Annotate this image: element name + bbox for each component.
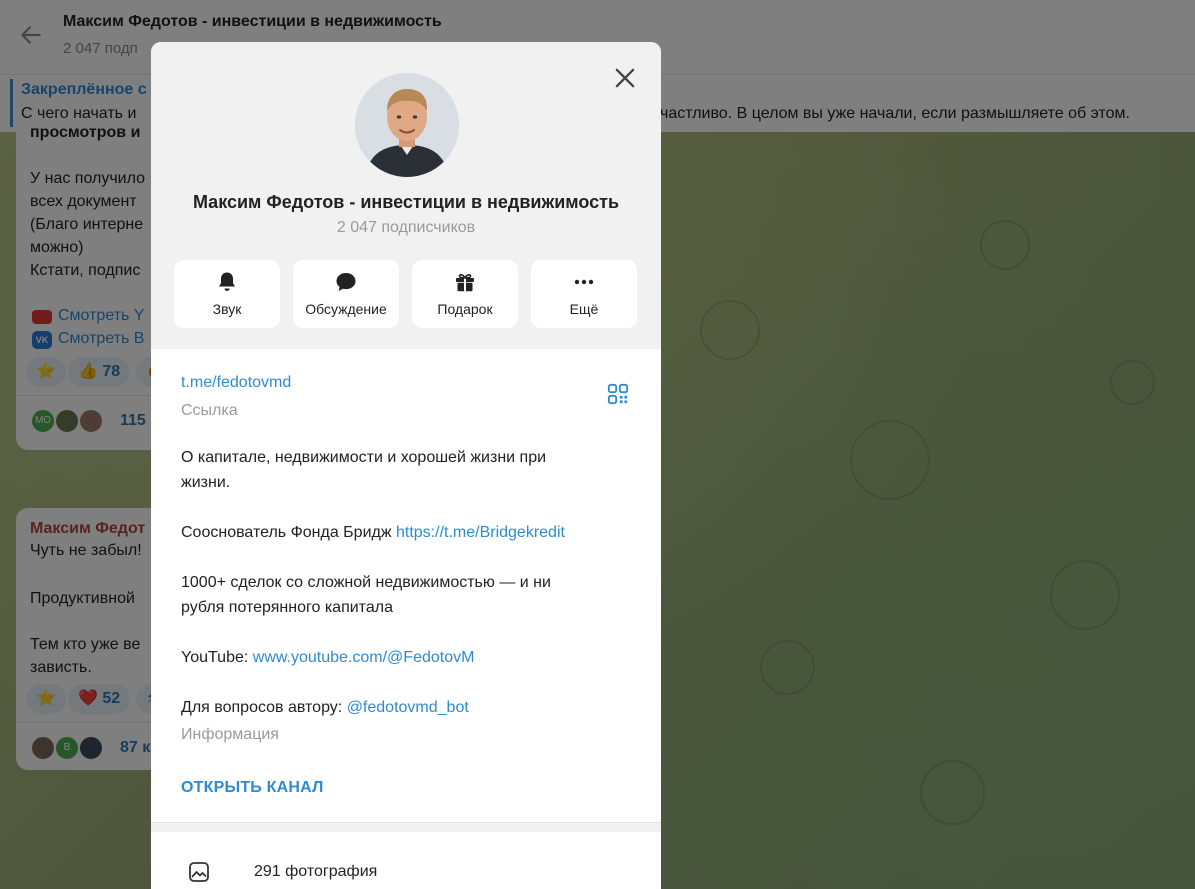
bot-link[interactable]: @fedotovmd_bot (347, 699, 469, 716)
youtube-label: YouTube: (181, 649, 253, 666)
channel-name: Максим Федотов - инвестиции в недвижимос… (192, 192, 620, 212)
description-line: О капитале, недвижимости и хорошей жизни… (181, 449, 547, 466)
action-label: Обсуждение (305, 301, 387, 317)
more-dots-icon (574, 279, 594, 285)
chat-bubble-icon (336, 273, 356, 291)
description-line: рубля потерянного капитала (181, 599, 393, 616)
channel-link[interactable]: t.me/fedotovmd (181, 370, 291, 395)
action-label: Звук (212, 301, 242, 317)
photos-count[interactable]: 291 фотография (254, 863, 377, 881)
subscriber-count: 2 047 подписчиков (336, 219, 476, 236)
channel-avatar[interactable] (355, 73, 459, 177)
action-label: Ещё (569, 301, 599, 317)
open-channel-button[interactable]: ОТКРЫТЬ КАНАЛ (181, 779, 324, 797)
gift-button[interactable]: Подарок (412, 260, 518, 328)
avatar-portrait-icon (355, 73, 459, 177)
profile-header: Максим Федотов - инвестиции в недвижимос… (151, 42, 661, 349)
description-line: Сооснователь Фонда Бридж https://t.me/Br… (181, 520, 565, 545)
bell-icon (219, 272, 235, 291)
action-label: Подарок (437, 301, 493, 317)
link-caption: Ссылка (181, 402, 238, 419)
channel-link-text[interactable]: t.me/fedotovmd (181, 374, 291, 391)
channel-profile-modal: Максим Федотов - инвестиции в недвижимос… (151, 42, 661, 889)
photo-icon (189, 862, 209, 882)
questions-label: Для вопросов автору: (181, 699, 347, 716)
description-line: YouTube: www.youtube.com/@FedotovM (181, 645, 474, 670)
close-icon[interactable] (611, 64, 639, 92)
info-caption: Информация (181, 726, 279, 743)
description-line: 1000+ сделок со сложной недвижимостью — … (181, 574, 551, 591)
description-line: Для вопросов автору: @fedotovmd_bot (181, 695, 469, 720)
founder-text: Сооснователь Фонда Бридж (181, 524, 396, 541)
sound-button[interactable]: Звук (174, 260, 280, 328)
section-divider (151, 822, 661, 832)
qr-code-icon[interactable] (607, 383, 629, 405)
description-line: жизни. (181, 474, 231, 491)
bridge-link[interactable]: https://t.me/Bridgekredit (396, 524, 565, 541)
discussion-button[interactable]: Обсуждение (293, 260, 399, 328)
youtube-profile-link[interactable]: www.youtube.com/@FedotovM (253, 649, 475, 666)
gift-icon (456, 273, 474, 292)
more-button[interactable]: Ещё (531, 260, 637, 328)
